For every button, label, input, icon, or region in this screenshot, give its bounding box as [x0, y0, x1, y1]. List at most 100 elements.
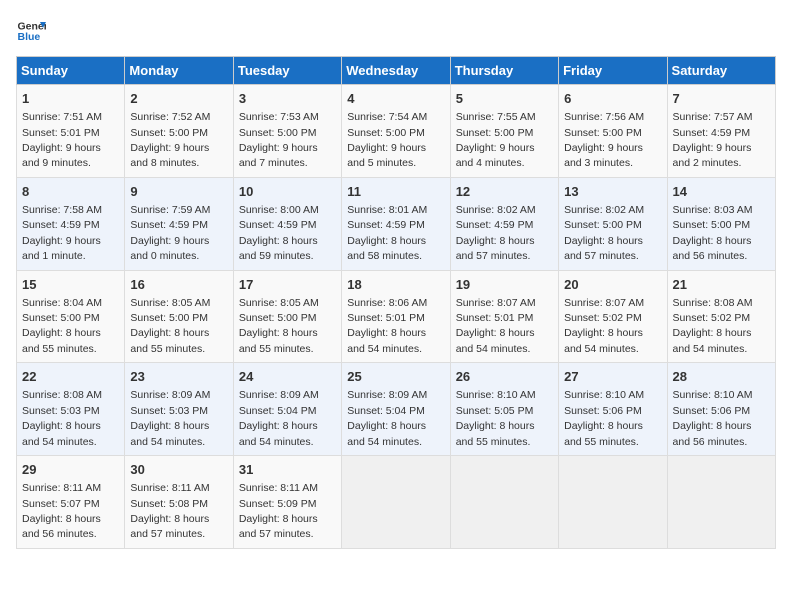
day-number: 21: [673, 276, 770, 294]
day-info: Sunrise: 8:05 AM Sunset: 5:00 PM Dayligh…: [130, 297, 210, 355]
calendar-day-cell: 6 Sunrise: 7:56 AM Sunset: 5:00 PM Daylig…: [559, 85, 667, 178]
calendar-day-cell: 24 Sunrise: 8:09 AM Sunset: 5:04 PM Dayli…: [233, 363, 341, 456]
day-number: 14: [673, 183, 770, 201]
day-info: Sunrise: 8:08 AM Sunset: 5:03 PM Dayligh…: [22, 389, 102, 447]
weekday-header-cell: Friday: [559, 57, 667, 85]
day-number: 29: [22, 461, 119, 479]
page-header: General Blue: [16, 16, 776, 46]
calendar-day-cell: [450, 456, 558, 549]
day-info: Sunrise: 7:57 AM Sunset: 4:59 PM Dayligh…: [673, 111, 753, 169]
day-info: Sunrise: 7:52 AM Sunset: 5:00 PM Dayligh…: [130, 111, 210, 169]
calendar-week-row: 29 Sunrise: 8:11 AM Sunset: 5:07 PM Dayli…: [17, 456, 776, 549]
weekday-header-cell: Thursday: [450, 57, 558, 85]
weekday-header-cell: Sunday: [17, 57, 125, 85]
day-info: Sunrise: 8:04 AM Sunset: 5:00 PM Dayligh…: [22, 297, 102, 355]
day-number: 13: [564, 183, 661, 201]
day-number: 30: [130, 461, 227, 479]
calendar-day-cell: 20 Sunrise: 8:07 AM Sunset: 5:02 PM Dayli…: [559, 270, 667, 363]
calendar-day-cell: 12Sunrise: 8:02 AM Sunset: 4:59 PM Dayli…: [450, 177, 558, 270]
day-number: 9: [130, 183, 227, 201]
calendar-day-cell: [342, 456, 450, 549]
calendar-week-row: 8 Sunrise: 7:58 AM Sunset: 4:59 PM Daylig…: [17, 177, 776, 270]
calendar-day-cell: 22 Sunrise: 8:08 AM Sunset: 5:03 PM Dayli…: [17, 363, 125, 456]
calendar-day-cell: 14 Sunrise: 8:03 AM Sunset: 5:00 PM Dayli…: [667, 177, 775, 270]
day-info: Sunrise: 8:07 AM Sunset: 5:01 PM Dayligh…: [456, 297, 536, 355]
day-number: 12: [456, 183, 553, 201]
calendar-day-cell: 17 Sunrise: 8:05 AM Sunset: 5:00 PM Dayli…: [233, 270, 341, 363]
day-info: Sunrise: 8:00 AM Sunset: 4:59 PM Dayligh…: [239, 204, 319, 262]
day-info: Sunrise: 8:09 AM Sunset: 5:04 PM Dayligh…: [239, 389, 319, 447]
day-info: Sunrise: 8:11 AM Sunset: 5:07 PM Dayligh…: [22, 482, 101, 540]
calendar-week-row: 22 Sunrise: 8:08 AM Sunset: 5:03 PM Dayli…: [17, 363, 776, 456]
day-number: 22: [22, 368, 119, 386]
day-info: Sunrise: 7:58 AM Sunset: 4:59 PM Dayligh…: [22, 204, 102, 262]
calendar-day-cell: 29 Sunrise: 8:11 AM Sunset: 5:07 PM Dayli…: [17, 456, 125, 549]
calendar-day-cell: 21 Sunrise: 8:08 AM Sunset: 5:02 PM Dayli…: [667, 270, 775, 363]
day-info: Sunrise: 8:10 AM Sunset: 5:05 PM Dayligh…: [456, 389, 536, 447]
day-number: 25: [347, 368, 444, 386]
day-number: 2: [130, 90, 227, 108]
calendar-day-cell: [667, 456, 775, 549]
day-number: 27: [564, 368, 661, 386]
day-number: 1: [22, 90, 119, 108]
calendar-day-cell: 8 Sunrise: 7:58 AM Sunset: 4:59 PM Daylig…: [17, 177, 125, 270]
weekday-header-cell: Monday: [125, 57, 233, 85]
calendar-day-cell: 4Sunrise: 7:54 AM Sunset: 5:00 PM Daylig…: [342, 85, 450, 178]
day-number: 31: [239, 461, 336, 479]
day-number: 15: [22, 276, 119, 294]
day-info: Sunrise: 7:55 AM Sunset: 5:00 PM Dayligh…: [456, 111, 536, 169]
day-info: Sunrise: 7:54 AM Sunset: 5:00 PM Dayligh…: [347, 111, 427, 169]
day-info: Sunrise: 8:07 AM Sunset: 5:02 PM Dayligh…: [564, 297, 644, 355]
calendar-day-cell: 19 Sunrise: 8:07 AM Sunset: 5:01 PM Dayli…: [450, 270, 558, 363]
weekday-header-cell: Saturday: [667, 57, 775, 85]
calendar-day-cell: 9 Sunrise: 7:59 AM Sunset: 4:59 PM Daylig…: [125, 177, 233, 270]
calendar-week-row: 1 Sunrise: 7:51 AM Sunset: 5:01 PM Daylig…: [17, 85, 776, 178]
calendar-day-cell: 2 Sunrise: 7:52 AM Sunset: 5:00 PM Daylig…: [125, 85, 233, 178]
day-info: Sunrise: 8:02 AM Sunset: 5:00 PM Dayligh…: [564, 204, 644, 262]
calendar-day-cell: 28Sunrise: 8:10 AM Sunset: 5:06 PM Dayli…: [667, 363, 775, 456]
day-info: Sunrise: 8:05 AM Sunset: 5:00 PM Dayligh…: [239, 297, 319, 355]
calendar-day-cell: 27 Sunrise: 8:10 AM Sunset: 5:06 PM Dayli…: [559, 363, 667, 456]
calendar-day-cell: 11 Sunrise: 8:01 AM Sunset: 4:59 PM Dayli…: [342, 177, 450, 270]
day-number: 19: [456, 276, 553, 294]
logo: General Blue: [16, 16, 46, 46]
day-info: Sunrise: 7:53 AM Sunset: 5:00 PM Dayligh…: [239, 111, 319, 169]
calendar-week-row: 15 Sunrise: 8:04 AM Sunset: 5:00 PM Dayli…: [17, 270, 776, 363]
day-info: Sunrise: 8:10 AM Sunset: 5:06 PM Dayligh…: [564, 389, 644, 447]
calendar-day-cell: [559, 456, 667, 549]
day-number: 11: [347, 183, 444, 201]
weekday-header-cell: Wednesday: [342, 57, 450, 85]
day-info: Sunrise: 7:56 AM Sunset: 5:00 PM Dayligh…: [564, 111, 644, 169]
calendar-day-cell: 13 Sunrise: 8:02 AM Sunset: 5:00 PM Dayli…: [559, 177, 667, 270]
calendar-day-cell: 5Sunrise: 7:55 AM Sunset: 5:00 PM Daylig…: [450, 85, 558, 178]
day-number: 3: [239, 90, 336, 108]
calendar-day-cell: 15 Sunrise: 8:04 AM Sunset: 5:00 PM Dayli…: [17, 270, 125, 363]
day-info: Sunrise: 7:51 AM Sunset: 5:01 PM Dayligh…: [22, 111, 102, 169]
day-info: Sunrise: 8:09 AM Sunset: 5:03 PM Dayligh…: [130, 389, 210, 447]
calendar-table: SundayMondayTuesdayWednesdayThursdayFrid…: [16, 56, 776, 549]
calendar-day-cell: 23 Sunrise: 8:09 AM Sunset: 5:03 PM Dayli…: [125, 363, 233, 456]
day-number: 23: [130, 368, 227, 386]
calendar-day-cell: 7Sunrise: 7:57 AM Sunset: 4:59 PM Daylig…: [667, 85, 775, 178]
day-number: 16: [130, 276, 227, 294]
day-info: Sunrise: 8:01 AM Sunset: 4:59 PM Dayligh…: [347, 204, 427, 262]
day-number: 20: [564, 276, 661, 294]
calendar-day-cell: 1 Sunrise: 7:51 AM Sunset: 5:01 PM Daylig…: [17, 85, 125, 178]
calendar-day-cell: 31 Sunrise: 8:11 AM Sunset: 5:09 PM Dayli…: [233, 456, 341, 549]
day-info: Sunrise: 8:11 AM Sunset: 5:09 PM Dayligh…: [239, 482, 318, 540]
day-number: 24: [239, 368, 336, 386]
logo-icon: General Blue: [16, 16, 46, 46]
day-number: 8: [22, 183, 119, 201]
day-info: Sunrise: 8:03 AM Sunset: 5:00 PM Dayligh…: [673, 204, 753, 262]
day-info: Sunrise: 7:59 AM Sunset: 4:59 PM Dayligh…: [130, 204, 210, 262]
day-info: Sunrise: 8:06 AM Sunset: 5:01 PM Dayligh…: [347, 297, 427, 355]
calendar-day-cell: 26Sunrise: 8:10 AM Sunset: 5:05 PM Dayli…: [450, 363, 558, 456]
day-number: 28: [673, 368, 770, 386]
calendar-day-cell: 30Sunrise: 8:11 AM Sunset: 5:08 PM Dayli…: [125, 456, 233, 549]
svg-text:Blue: Blue: [18, 31, 41, 43]
day-info: Sunrise: 8:08 AM Sunset: 5:02 PM Dayligh…: [673, 297, 753, 355]
day-number: 6: [564, 90, 661, 108]
day-number: 17: [239, 276, 336, 294]
calendar-day-cell: 10Sunrise: 8:00 AM Sunset: 4:59 PM Dayli…: [233, 177, 341, 270]
day-info: Sunrise: 8:09 AM Sunset: 5:04 PM Dayligh…: [347, 389, 427, 447]
